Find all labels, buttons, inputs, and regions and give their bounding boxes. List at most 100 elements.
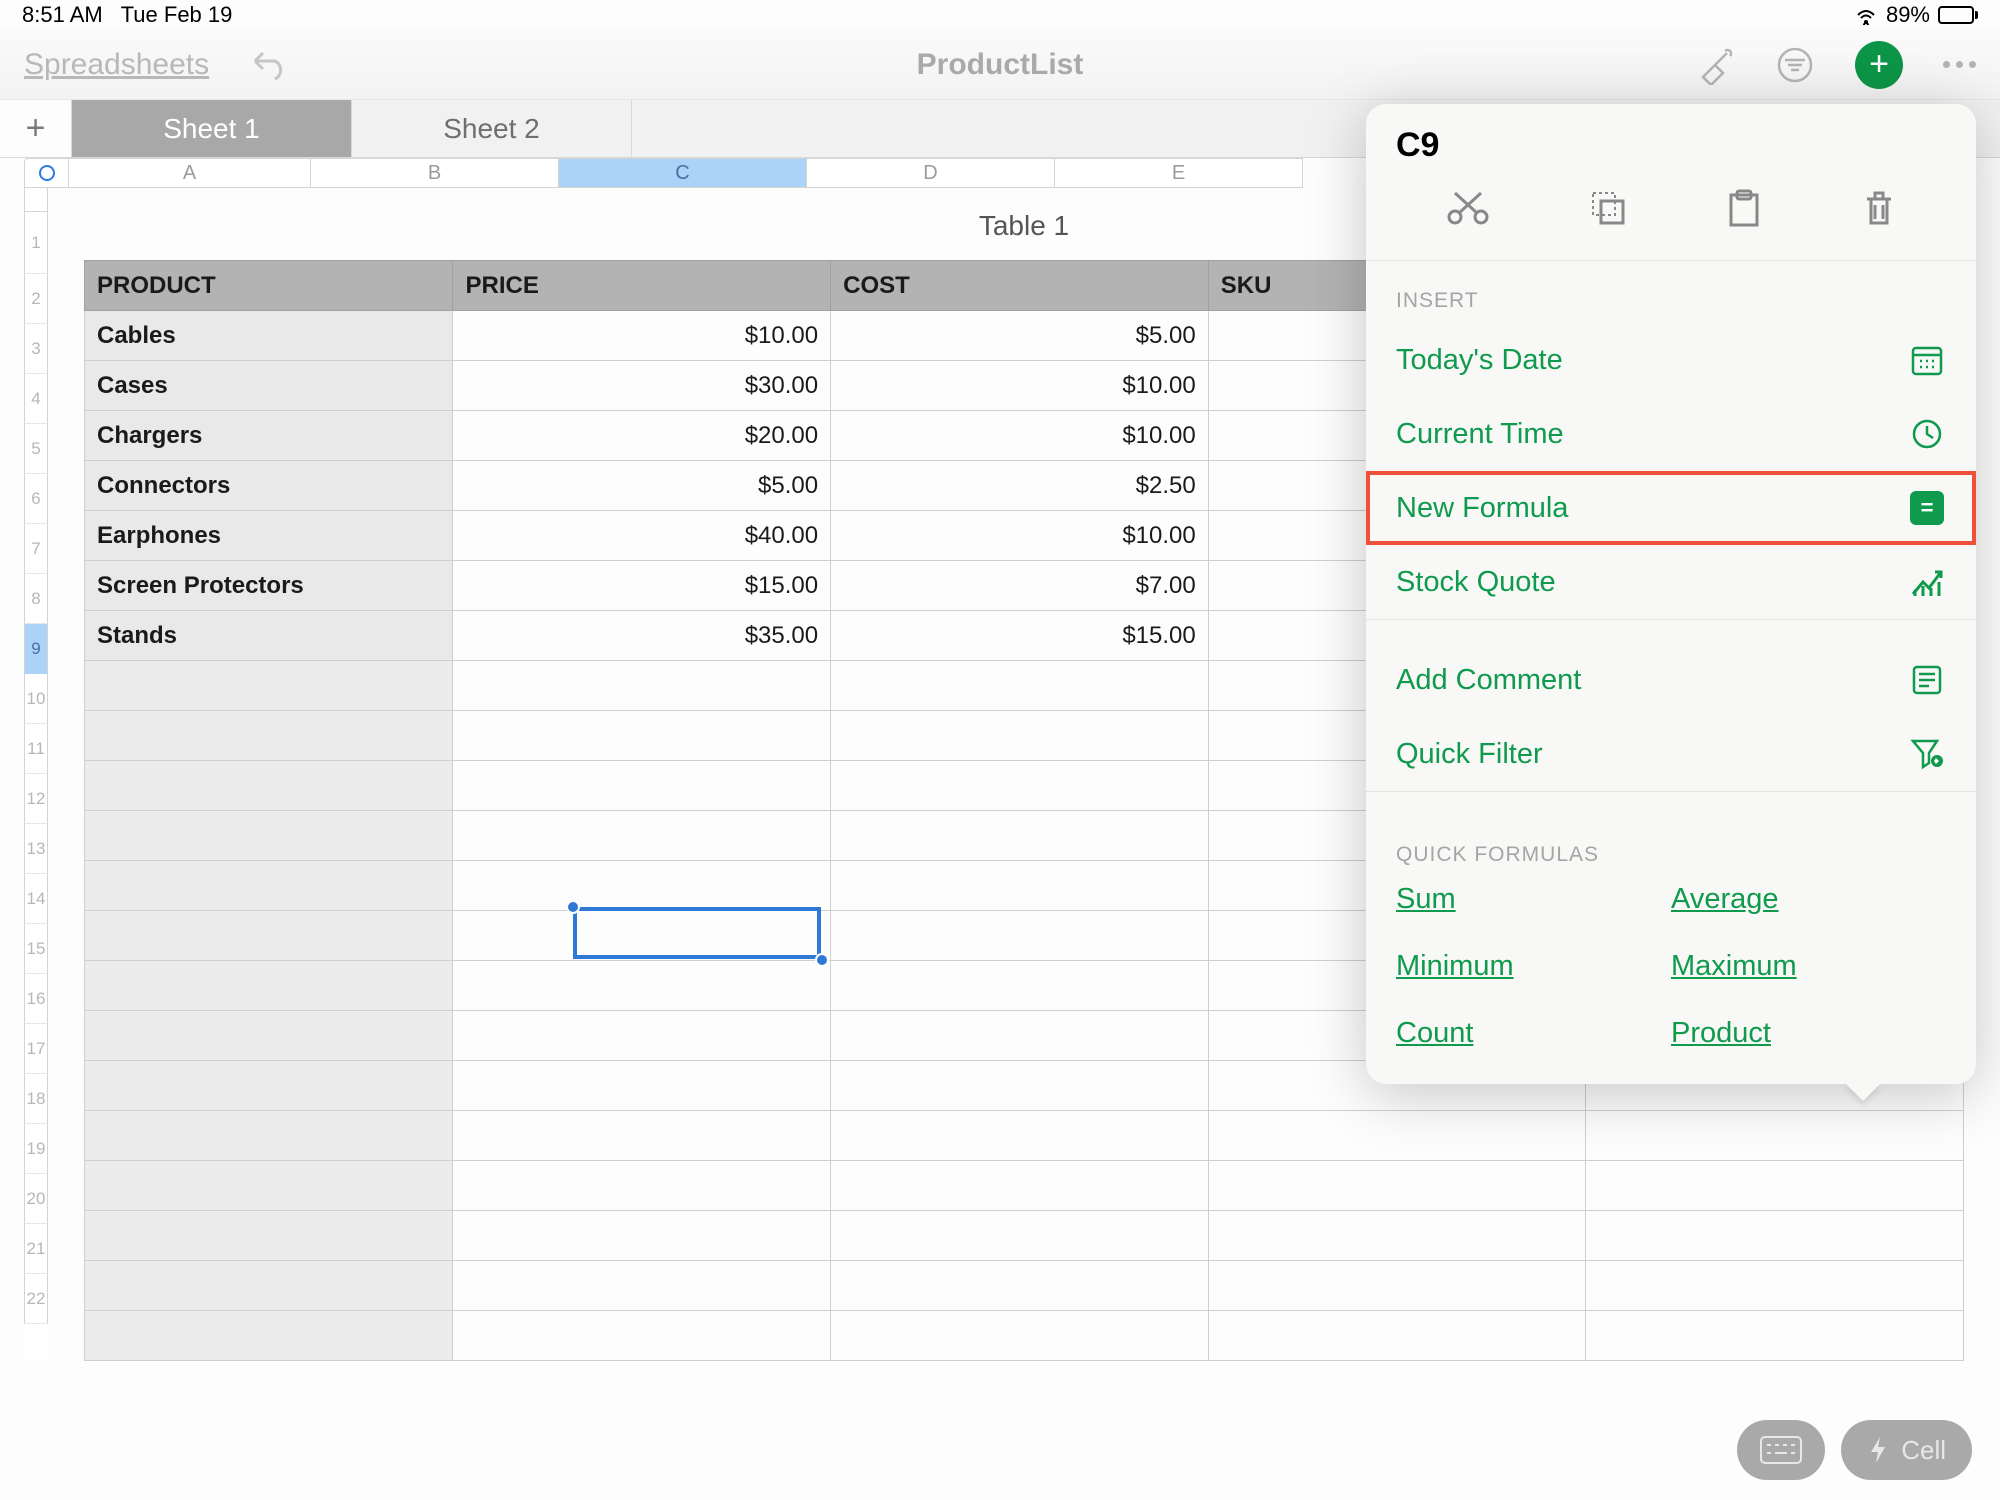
row-header-16[interactable]: 16 [24, 974, 48, 1024]
back-button[interactable]: Spreadsheets [24, 48, 209, 82]
row-header-4[interactable]: 4 [24, 374, 48, 424]
row-header-14[interactable]: 14 [24, 874, 48, 924]
row-header-19[interactable]: 19 [24, 1124, 48, 1174]
cell[interactable] [831, 1061, 1209, 1111]
format-brush-icon[interactable] [1695, 45, 1735, 85]
sheet-tab-1[interactable]: Sheet 1 [72, 100, 352, 157]
cell-cost[interactable]: $10.00 [831, 511, 1209, 561]
cell-cost[interactable]: $2.50 [831, 461, 1209, 511]
row-header-21[interactable]: 21 [24, 1224, 48, 1274]
cell-price[interactable]: $15.00 [453, 561, 831, 611]
cell[interactable] [85, 861, 453, 911]
cell[interactable] [453, 1211, 831, 1261]
cell-product[interactable]: Connectors [85, 461, 453, 511]
cell[interactable] [831, 1161, 1209, 1211]
select-all-corner[interactable] [24, 158, 69, 188]
cell[interactable] [1586, 1211, 1964, 1261]
cell-price[interactable]: $35.00 [453, 611, 831, 661]
insert-todays-date[interactable]: Today's Date [1366, 323, 1976, 397]
cell[interactable] [85, 661, 453, 711]
cell[interactable] [831, 1011, 1209, 1061]
col-header-e[interactable]: E [1055, 158, 1303, 188]
cell[interactable] [1586, 1311, 1964, 1361]
cell-product[interactable]: Cables [85, 311, 453, 361]
row-header-15[interactable]: 15 [24, 924, 48, 974]
cell[interactable] [831, 1311, 1209, 1361]
cell[interactable] [453, 861, 831, 911]
undo-button[interactable] [249, 49, 289, 81]
row-header-3[interactable]: 3 [24, 324, 48, 374]
insert-stock-quote[interactable]: Stock Quote [1366, 545, 1976, 619]
cell[interactable] [831, 661, 1209, 711]
cell-cost[interactable]: $5.00 [831, 311, 1209, 361]
cell-price[interactable]: $30.00 [453, 361, 831, 411]
cell[interactable] [831, 711, 1209, 761]
cell-product[interactable]: Screen Protectors [85, 561, 453, 611]
cell-cost[interactable]: $7.00 [831, 561, 1209, 611]
filter-sort-icon[interactable] [1775, 45, 1815, 85]
formula-average[interactable]: Average [1671, 883, 1946, 916]
row-header-11[interactable]: 11 [24, 724, 48, 774]
formula-count[interactable]: Count [1396, 1017, 1671, 1050]
row-header-10[interactable]: 10 [24, 674, 48, 724]
cell[interactable] [1208, 1111, 1586, 1161]
cell[interactable] [831, 961, 1209, 1011]
cell-product[interactable]: Chargers [85, 411, 453, 461]
row-header-5[interactable]: 5 [24, 424, 48, 474]
row-header-6[interactable]: 6 [24, 474, 48, 524]
cell[interactable] [453, 761, 831, 811]
cell[interactable] [1208, 1161, 1586, 1211]
cell-price[interactable]: $20.00 [453, 411, 831, 461]
header-price[interactable]: PRICE [453, 261, 831, 311]
cell[interactable] [1586, 1111, 1964, 1161]
formula-minimum[interactable]: Minimum [1396, 950, 1671, 983]
document-title[interactable]: ProductList [917, 48, 1084, 82]
cell[interactable] [831, 1261, 1209, 1311]
cell[interactable] [831, 911, 1209, 961]
cell-product[interactable]: Stands [85, 611, 453, 661]
cell[interactable] [85, 1161, 453, 1211]
cut-icon[interactable] [1445, 189, 1491, 234]
cell-cost[interactable]: $10.00 [831, 361, 1209, 411]
col-header-a[interactable]: A [69, 158, 311, 188]
cell[interactable] [85, 1311, 453, 1361]
cell-mode-button[interactable]: Cell [1841, 1420, 1972, 1480]
cell[interactable] [831, 861, 1209, 911]
cell[interactable] [453, 1111, 831, 1161]
cell[interactable] [1208, 1261, 1586, 1311]
header-cost[interactable]: COST [831, 261, 1209, 311]
cell-cost[interactable]: $15.00 [831, 611, 1209, 661]
keyboard-button[interactable] [1737, 1420, 1825, 1480]
cell[interactable] [85, 1061, 453, 1111]
cell[interactable] [453, 911, 831, 961]
sheet-tab-2[interactable]: Sheet 2 [352, 100, 632, 157]
cell[interactable] [85, 911, 453, 961]
cell[interactable] [831, 811, 1209, 861]
cell[interactable] [453, 1011, 831, 1061]
cell-product[interactable]: Earphones [85, 511, 453, 561]
cell[interactable] [453, 1311, 831, 1361]
quick-filter[interactable]: Quick Filter [1366, 717, 1976, 791]
row-header-18[interactable]: 18 [24, 1074, 48, 1124]
cell[interactable] [1208, 1311, 1586, 1361]
cell[interactable] [85, 711, 453, 761]
cell[interactable] [453, 811, 831, 861]
cell[interactable] [1586, 1261, 1964, 1311]
cell[interactable] [453, 961, 831, 1011]
add-button[interactable]: + [1855, 41, 1903, 89]
cell[interactable] [1208, 1211, 1586, 1261]
cell-product[interactable]: Cases [85, 361, 453, 411]
row-header-22[interactable]: 22 [24, 1274, 48, 1324]
cell-price[interactable]: $10.00 [453, 311, 831, 361]
cell-price[interactable]: $40.00 [453, 511, 831, 561]
copy-icon[interactable] [1589, 189, 1627, 234]
cell[interactable] [85, 1211, 453, 1261]
cell-cost[interactable]: $10.00 [831, 411, 1209, 461]
more-menu-icon[interactable] [1943, 61, 1976, 68]
cell[interactable] [831, 761, 1209, 811]
cell[interactable] [453, 661, 831, 711]
header-product[interactable]: PRODUCT [85, 261, 453, 311]
col-header-b[interactable]: B [311, 158, 559, 188]
paste-icon[interactable] [1725, 189, 1763, 234]
cell[interactable] [453, 711, 831, 761]
